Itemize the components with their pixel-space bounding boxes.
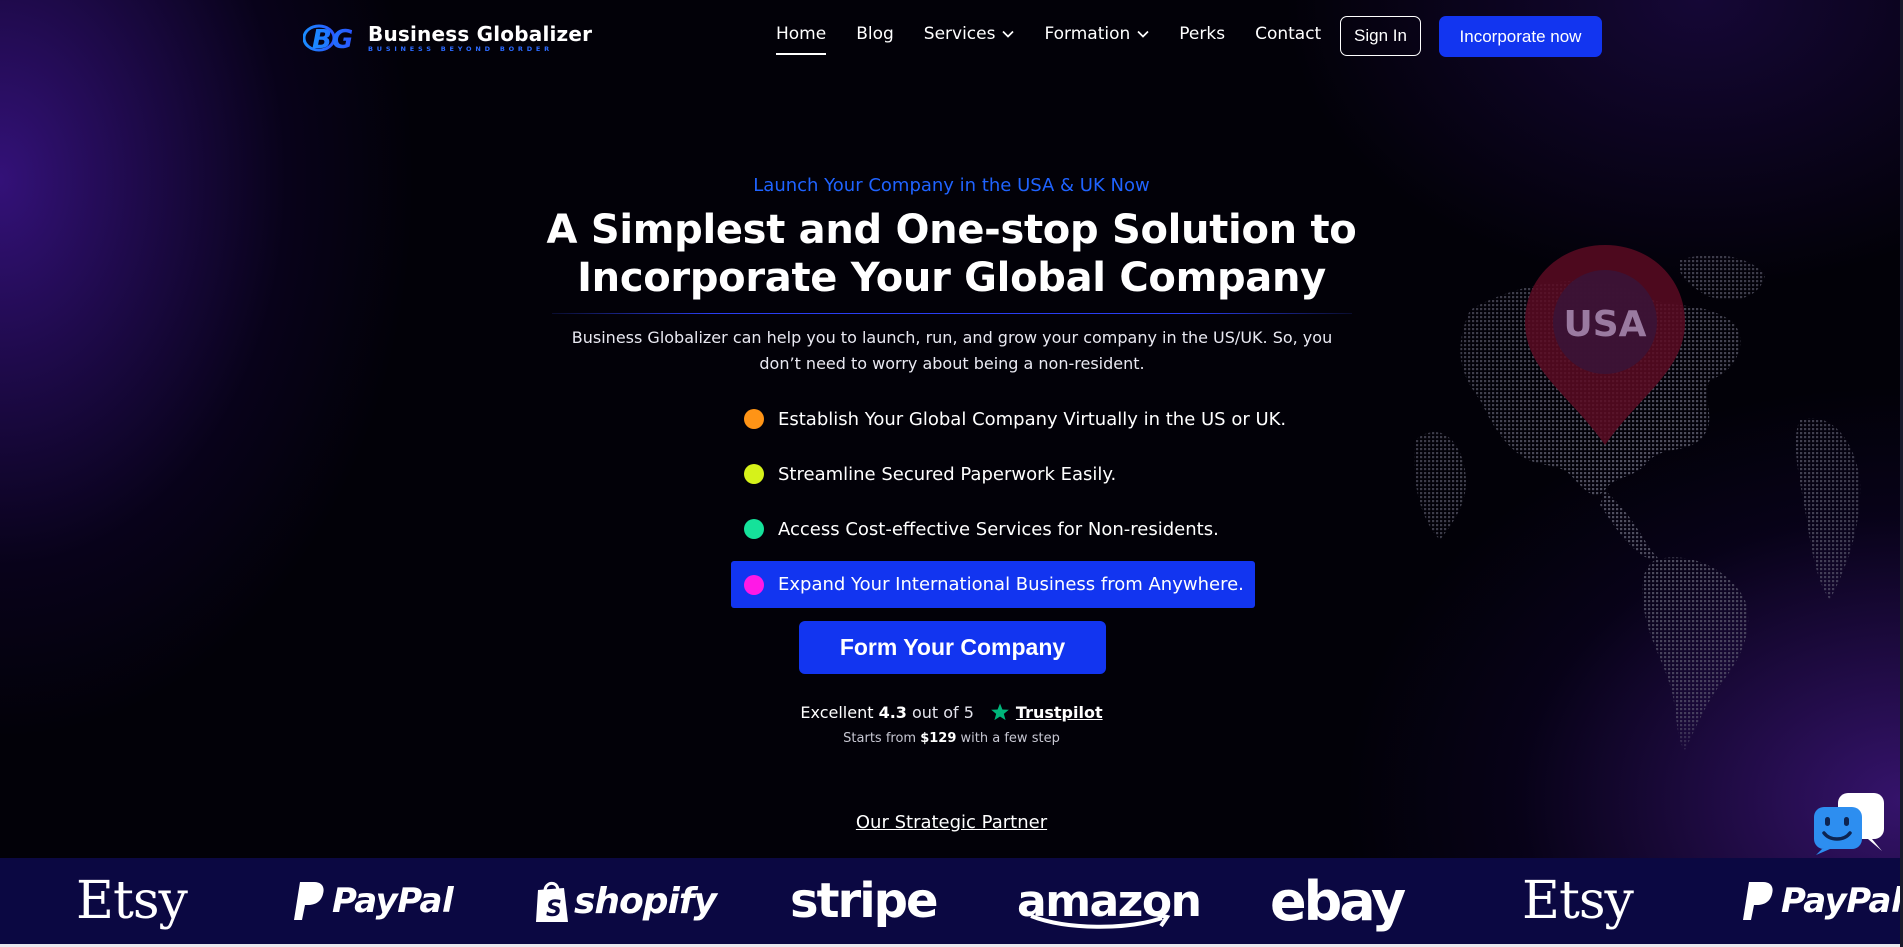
brand-name: Business Globalizer (368, 22, 593, 46)
hero-headline: A Simplest and One-stop Solution to Inco… (510, 206, 1393, 302)
brand-tagline: BUSINESS BEYOND BORDER (368, 45, 553, 53)
rating-score: 4.3 (878, 702, 907, 722)
page: BG Business Globalizer BUSINESS BEYOND B… (0, 0, 1903, 947)
sign-in-button[interactable]: Sign In (1340, 16, 1421, 56)
nav-perks[interactable]: Perks (1179, 24, 1225, 44)
nav-contact[interactable]: Contact (1255, 24, 1321, 44)
nav-blog[interactable]: Blog (856, 24, 894, 44)
star-icon (991, 703, 1009, 721)
paypal-icon (294, 882, 324, 920)
svg-text:BG: BG (312, 25, 353, 54)
top-nav: BG Business Globalizer BUSINESS BEYOND B… (0, 0, 1903, 74)
globe-pin-label: USA (1563, 304, 1646, 345)
trustpilot-link[interactable]: Trustpilot (1016, 703, 1103, 722)
feature-item: Establish Your Global Company Virtually … (731, 396, 1286, 442)
partner-logo-stripe: stripe (790, 873, 939, 929)
headline-line-1: A Simplest and One-stop Solution to (546, 207, 1357, 253)
magenta-dot-icon (744, 574, 764, 595)
globe-illustration: USA (1414, 245, 1861, 750)
strategic-partner-link[interactable]: Our Strategic Partner (660, 812, 1243, 833)
paypal-icon (1743, 882, 1773, 920)
rating-label: Excellent (800, 702, 874, 722)
lime-dot-icon (744, 464, 764, 484)
feature-item: Streamline Secured Paperwork Easily. (731, 451, 1255, 497)
partner-logo-ebay: ebay (1270, 869, 1406, 933)
main-menu: Home Blog Services Formation Perks Conta… (776, 24, 1351, 55)
partner-logo-etsy: Etsy (1522, 871, 1634, 931)
shopify-bag-icon: S (536, 881, 568, 922)
brand-logo[interactable]: BG Business Globalizer BUSINESS BEYOND B… (303, 22, 592, 54)
partner-logo-strip: Etsy PayPal S shopify stripe amazon ebay (0, 858, 1903, 944)
partner-logo-shopify: S shopify (534, 858, 717, 944)
form-your-company-button[interactable]: Form Your Company (799, 621, 1106, 674)
trustpilot-rating: Excellent 4.3 out of 5 Trustpilot (660, 702, 1243, 722)
orange-dot-icon (744, 409, 764, 429)
amazon-smile-icon (1030, 912, 1171, 929)
partner-logo-etsy: Etsy (76, 871, 188, 931)
hero-description: Business Globalizer can help you to laun… (571, 328, 1333, 373)
starting-price: $129 (920, 731, 957, 746)
green-dot-icon (744, 519, 764, 539)
chevron-down-icon (1137, 30, 1149, 38)
feature-list: Establish Your Global Company Virtually … (731, 396, 1286, 617)
feature-item-highlighted: Expand Your International Business from … (731, 561, 1255, 608)
nav-home[interactable]: Home (776, 24, 827, 55)
headline-line-2: Incorporate Your Global Company (577, 255, 1326, 301)
nav-services[interactable]: Services (924, 24, 1015, 44)
headline-divider (552, 313, 1352, 314)
feature-item: Access Cost-effective Services for Non-r… (731, 506, 1255, 552)
rating-suffix: out of 5 (911, 702, 974, 722)
bg-logo-icon: BG (303, 24, 353, 54)
partner-logo-paypal: PayPal (1741, 858, 1903, 944)
chevron-down-icon (1002, 30, 1015, 38)
hero-eyebrow: Launch Your Company in the USA & UK Now (753, 175, 1150, 196)
partner-logo-paypal: PayPal (292, 858, 454, 944)
chat-widget-button[interactable] (1812, 793, 1886, 855)
chat-bot-icon (1814, 793, 1884, 855)
incorporate-now-button[interactable]: Incorporate now (1439, 16, 1602, 57)
price-note: Starts from $129 with a few step (843, 731, 1060, 746)
svg-text:S: S (546, 897, 561, 922)
nav-formation[interactable]: Formation (1044, 24, 1149, 44)
